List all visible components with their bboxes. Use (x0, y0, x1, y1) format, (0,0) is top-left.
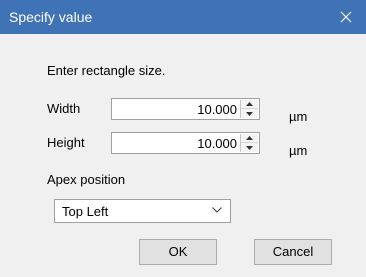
close-icon (340, 11, 352, 23)
apex-position-dropdown[interactable]: Top Left (54, 199, 231, 223)
height-spin-down-button[interactable] (241, 143, 258, 152)
width-spin-buttons (240, 100, 258, 118)
height-value[interactable]: 10.000 (197, 136, 237, 152)
apex-position-label: Apex position (47, 172, 126, 187)
chevron-down-icon (212, 207, 222, 213)
height-label: Height (47, 135, 85, 150)
height-unit: µm (289, 143, 308, 158)
specify-value-dialog: Specify value Enter rectangle size. Widt… (0, 0, 366, 277)
arrow-down-icon (246, 111, 253, 116)
dialog-title: Specify value (9, 9, 93, 25)
prompt-text: Enter rectangle size. (47, 63, 166, 78)
close-button[interactable] (326, 0, 366, 34)
title-bar[interactable]: Specify value (0, 0, 366, 34)
apex-position-value: Top Left (62, 204, 109, 219)
cancel-button[interactable]: Cancel (254, 239, 332, 265)
height-spinbox[interactable]: 10.000 (111, 132, 260, 154)
width-spinbox[interactable]: 10.000 (111, 98, 260, 120)
arrow-up-icon (246, 102, 253, 106)
width-spin-up-button[interactable] (241, 100, 258, 109)
width-label: Width (47, 101, 81, 116)
height-spin-buttons (240, 134, 258, 152)
ok-button[interactable]: OK (139, 239, 217, 265)
width-value[interactable]: 10.000 (197, 102, 237, 118)
width-spin-down-button[interactable] (241, 109, 258, 118)
height-spin-up-button[interactable] (241, 134, 258, 143)
arrow-down-icon (246, 145, 253, 150)
width-unit: µm (289, 109, 308, 124)
arrow-up-icon (246, 136, 253, 140)
